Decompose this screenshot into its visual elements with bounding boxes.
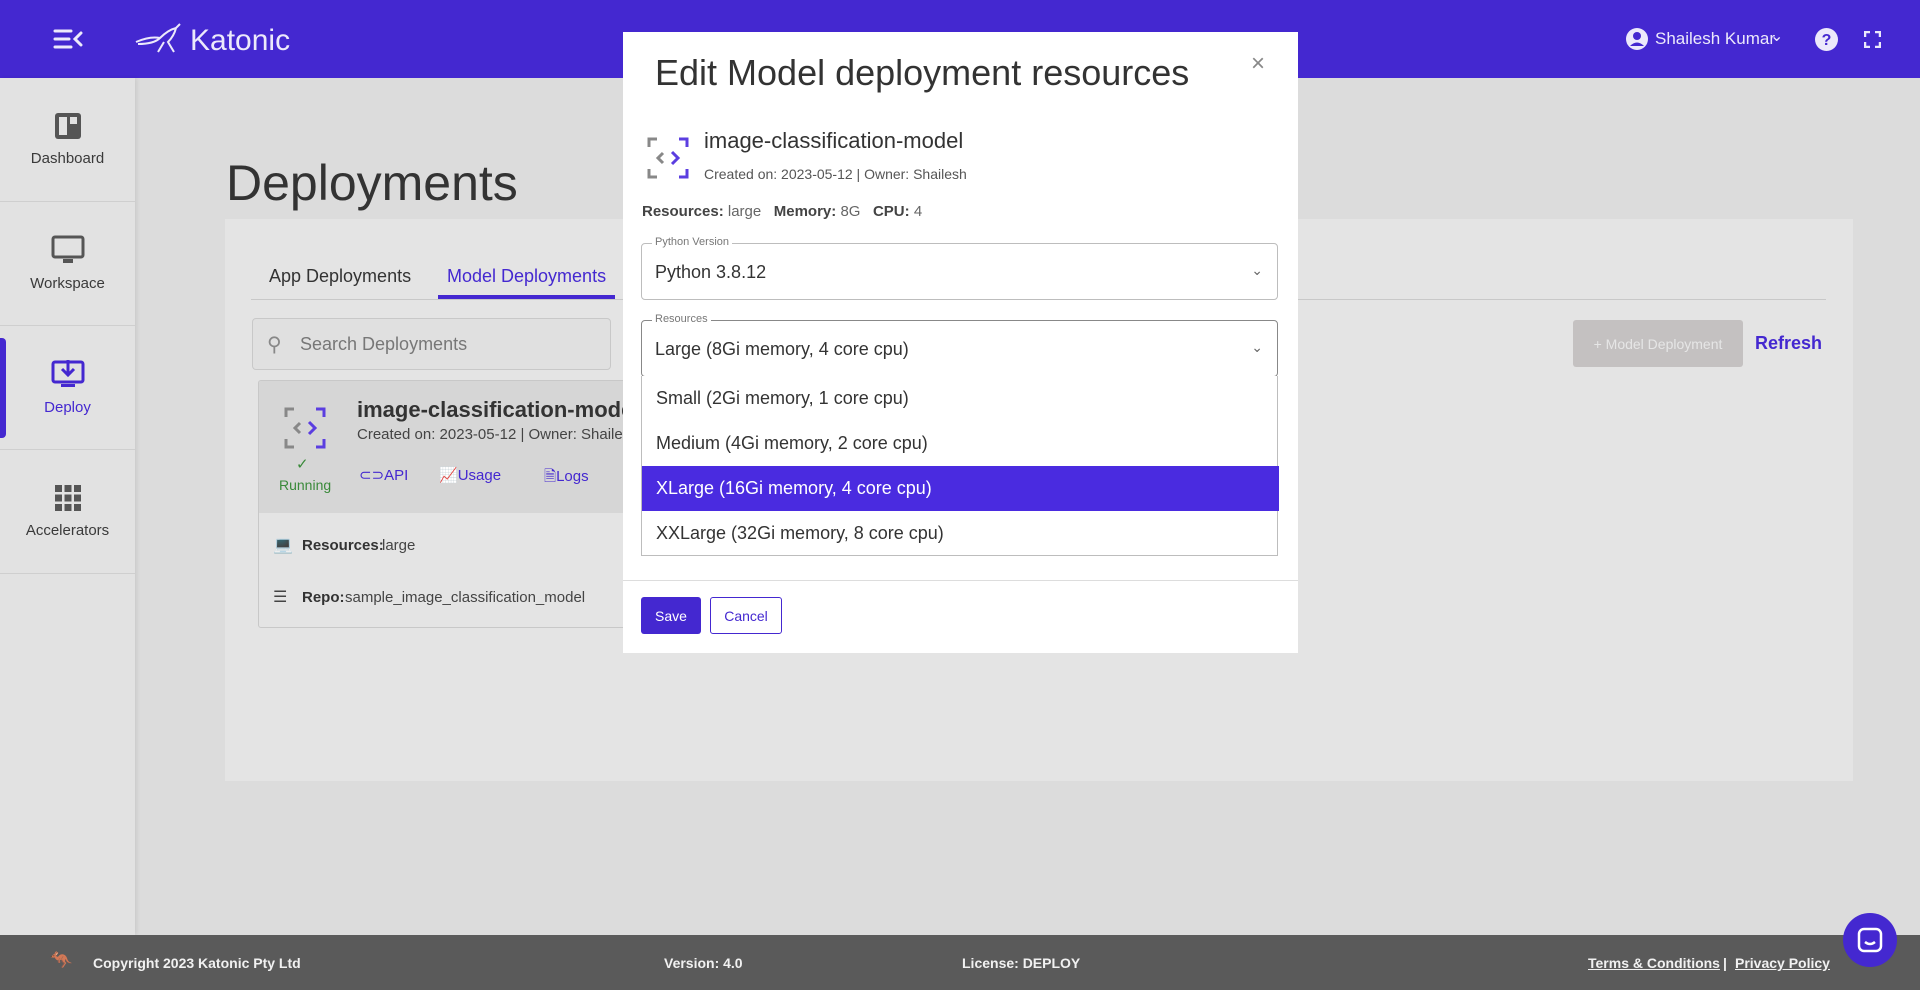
deployment-card: ✓ Running image-classification-model Cre… [258, 380, 638, 628]
model-code-icon [284, 407, 326, 449]
footer: 🦘 Copyright 2023 Katonic Pty Ltd Version… [0, 935, 1920, 990]
sidebar-item-label: Dashboard [30, 150, 105, 167]
brand-name: Katonic [190, 24, 291, 57]
logs-link[interactable]: 🗎Logs [544, 466, 589, 491]
sidebar-item-label: Deploy [44, 399, 91, 416]
license: License: DEPLOY [962, 955, 1081, 971]
search-input[interactable]: ⚲ Search Deployments [252, 318, 611, 370]
sidebar-item-label: Workspace [30, 275, 105, 292]
svg-text:?: ? [1822, 32, 1832, 49]
grid-icon [54, 485, 81, 511]
refresh-button[interactable]: Refresh [1755, 333, 1822, 354]
repo-icon: ☰ [273, 589, 288, 606]
search-placeholder: Search Deployments [300, 334, 468, 354]
fullscreen-icon[interactable] [1864, 31, 1881, 48]
usage-link[interactable]: 📈Usage [439, 466, 501, 484]
link-icon: ⊂⊃ [359, 467, 385, 484]
privacy-link[interactable]: Privacy Policy [1735, 955, 1830, 971]
sidebar-item-accelerators[interactable]: Accelerators [0, 450, 135, 574]
status-badge: Running [279, 477, 332, 493]
chat-button[interactable] [1843, 913, 1897, 967]
running-check-icon: ✓ [296, 456, 309, 473]
sidebar-item-label: Accelerators [25, 522, 110, 539]
dialog-model-name: image-classification-model [704, 128, 964, 153]
laptop-icon: 💻 [273, 537, 293, 554]
resources-value: large [382, 537, 416, 554]
card-model-name[interactable]: image-classification-model [357, 397, 637, 423]
python-version-label: Python Version [652, 236, 732, 248]
chevron-down-icon: ⌄ [1251, 262, 1263, 278]
monitor-icon [51, 235, 84, 263]
kangaroo-logo-icon [135, 23, 181, 53]
chart-icon: 📈 [439, 467, 458, 484]
user-avatar-icon[interactable] [1626, 28, 1648, 50]
dialog-divider [623, 580, 1298, 581]
deploy-icon [51, 360, 84, 387]
chat-icon [1857, 927, 1883, 953]
resources-select[interactable]: Resources Large (8Gi memory, 4 core cpu)… [641, 313, 1278, 377]
tab-app-deployments[interactable]: App Deployments [269, 266, 411, 287]
edit-resources-dialog: Edit Model deployment resources × image-… [623, 32, 1298, 653]
option-medium[interactable]: Medium (4Gi memory, 2 core cpu) [642, 421, 1279, 466]
sidebar-item-dashboard[interactable]: Dashboard [0, 78, 135, 202]
resource-summary: Resources: large Memory: 8G CPU: 4 [642, 203, 923, 220]
tab-model-deployments[interactable]: Model Deployments [447, 266, 606, 287]
save-button[interactable]: Save [641, 597, 701, 634]
cancel-button[interactable]: Cancel [710, 597, 782, 634]
active-tab-indicator [438, 295, 615, 299]
python-version-select[interactable]: Python Version Python 3.8.12 ⌄ [641, 236, 1278, 300]
resources-dropdown-list: Small (2Gi memory, 1 core cpu) Medium (4… [641, 376, 1279, 556]
sidebar: Dashboard Workspace Deploy Accelerators [0, 78, 135, 935]
user-menu[interactable]: Shailesh Kumar [1655, 29, 1775, 49]
sidebar-item-workspace[interactable]: Workspace [0, 202, 135, 326]
python-version-value: Python 3.8.12 [655, 262, 767, 282]
page-title: Deployments [226, 155, 518, 211]
version: Version: 4.0 [664, 955, 743, 971]
sidebar-item-deploy[interactable]: Deploy [0, 326, 135, 450]
copyright: Copyright 2023 Katonic Pty Ltd [93, 955, 301, 971]
option-small[interactable]: Small (2Gi memory, 1 core cpu) [642, 376, 1279, 421]
repo-label: Repo: [302, 589, 345, 606]
footer-separator: | [1723, 955, 1727, 971]
repo-value: sample_image_classification_model [345, 589, 586, 606]
resources-select-value: Large (8Gi memory, 4 core cpu) [655, 339, 909, 359]
resources-label: Resources: [302, 537, 384, 554]
model-code-icon [647, 137, 689, 179]
chevron-down-icon[interactable]: ⌄ [1770, 26, 1783, 46]
terms-link[interactable]: Terms & Conditions [1588, 955, 1720, 971]
kangaroo-logo-icon: 🦘 [50, 950, 73, 970]
dashboard-icon [54, 113, 81, 139]
close-icon[interactable]: × [1251, 50, 1265, 78]
chevron-down-icon: ⌄ [1251, 339, 1263, 355]
search-icon: ⚲ [267, 334, 282, 356]
add-model-deployment-button[interactable]: + Model Deployment [1573, 320, 1743, 367]
card-meta: Created on: 2023-05-12 | Owner: Shailes [357, 426, 631, 443]
api-link[interactable]: ⊂⊃API [359, 466, 408, 484]
option-xlarge[interactable]: XLarge (16Gi memory, 4 core cpu) [642, 466, 1279, 511]
dialog-title: Edit Model deployment resources [655, 52, 1190, 93]
option-xxlarge[interactable]: XXLarge (32Gi memory, 8 core cpu) [642, 511, 1279, 556]
menu-collapse-icon[interactable] [53, 28, 83, 50]
document-icon: 🗎 [544, 468, 557, 485]
help-icon[interactable]: ? [1815, 28, 1838, 51]
dialog-model-meta: Created on: 2023-05-12 | Owner: Shailesh [704, 166, 967, 182]
resources-select-label: Resources [652, 313, 711, 325]
